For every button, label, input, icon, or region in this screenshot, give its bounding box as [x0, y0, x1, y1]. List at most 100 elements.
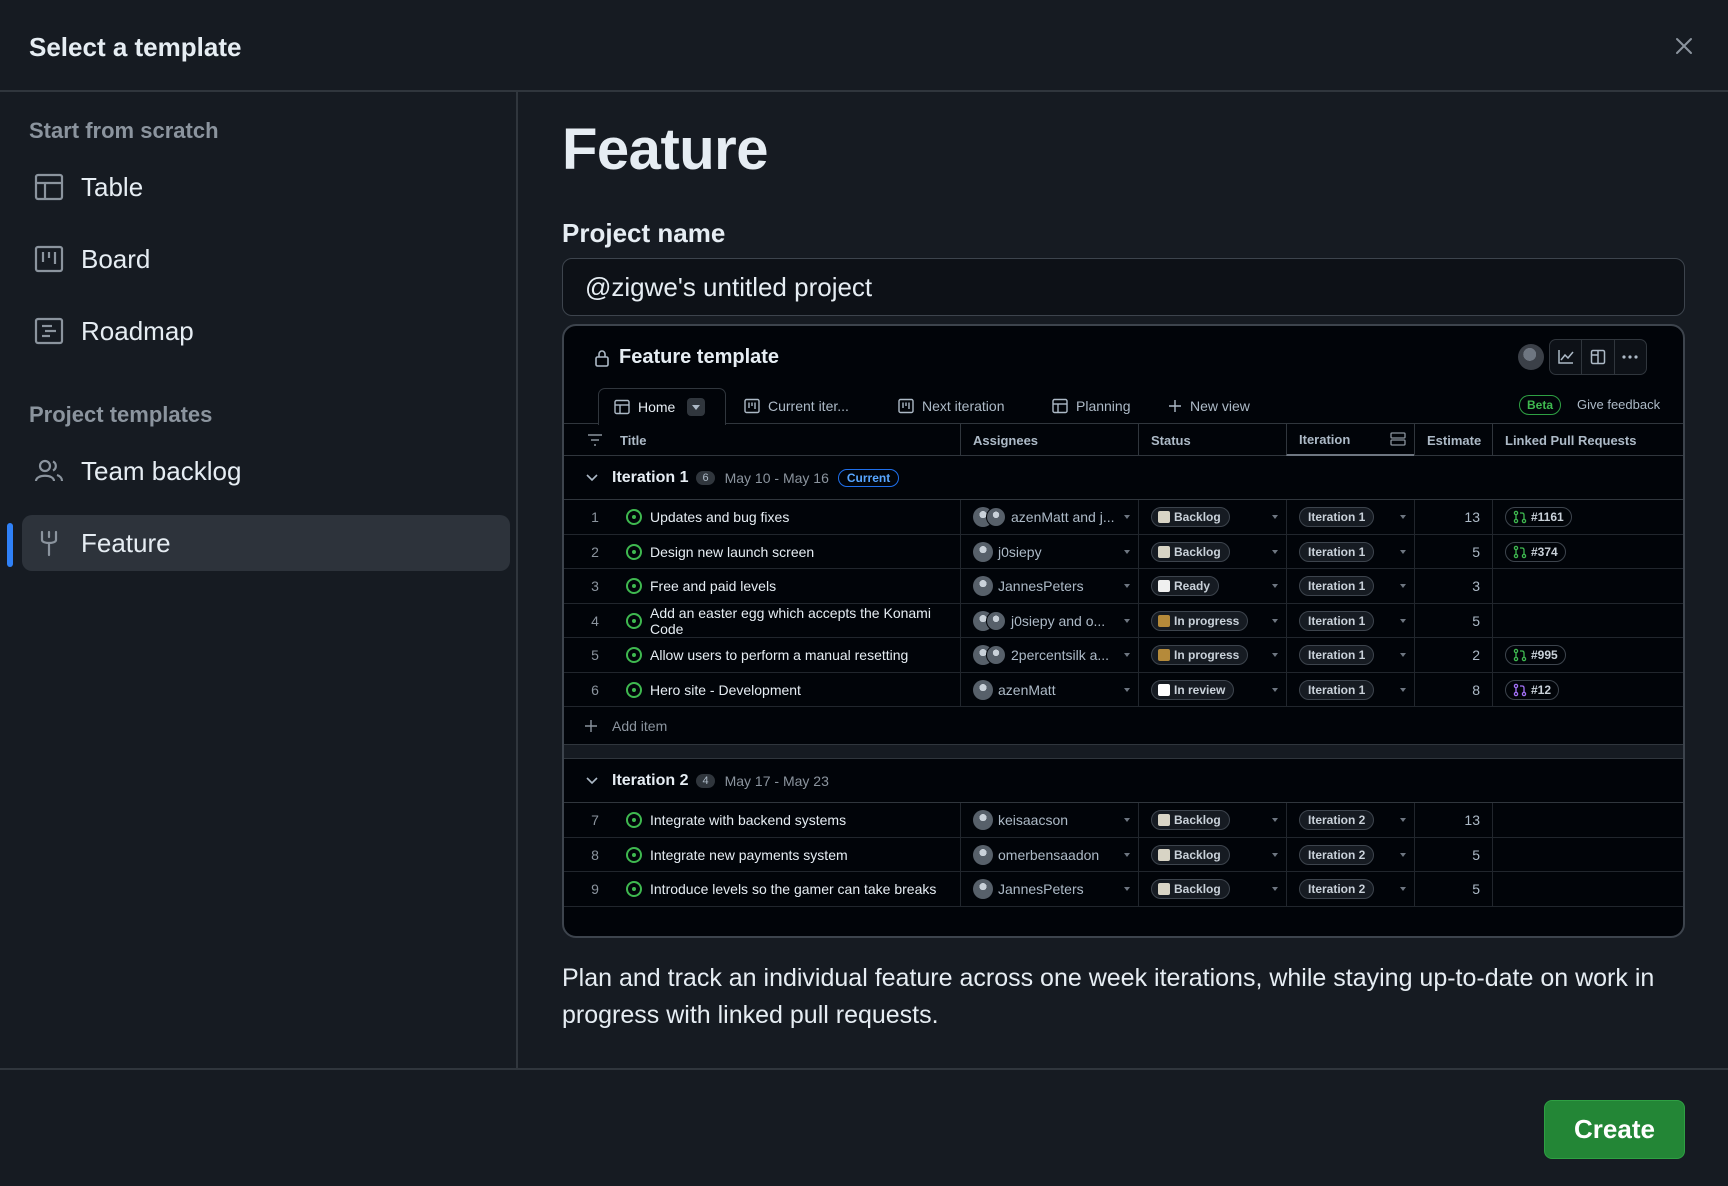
row-number: 7	[591, 812, 599, 828]
status-label: Ready	[1174, 579, 1211, 593]
avatar	[973, 679, 993, 700]
tab-label: Home	[638, 399, 676, 415]
chevron-down-icon	[1400, 653, 1406, 657]
issue-title: Introduce levels so the gamer can take b…	[650, 881, 937, 897]
status-label: Backlog	[1174, 882, 1221, 896]
assignee-name: 2percentsilk a...	[1011, 647, 1110, 663]
chevron-down-icon	[1272, 818, 1278, 822]
pull-request-number: #374	[1531, 544, 1558, 559]
column-header: Title	[620, 432, 647, 448]
sidebar-item-feature[interactable]: Feature	[22, 515, 510, 571]
pull-request-icon	[1513, 648, 1531, 662]
chevron-down-icon	[1124, 653, 1130, 657]
status-badge: In progress	[1151, 645, 1249, 665]
chevron-down-icon	[1124, 618, 1130, 623]
status-cell: Backlog	[1138, 803, 1286, 837]
pull-request-number: #995	[1531, 648, 1558, 662]
assignee-cell: j0siepy	[960, 534, 1138, 569]
row-number: 2	[591, 543, 599, 560]
assignee-cell: omerbensaadon	[960, 837, 1138, 872]
iteration-badge: Iteration 1	[1299, 541, 1375, 562]
pull-request-badge: #995	[1505, 645, 1566, 665]
avatar	[986, 645, 1006, 665]
templates-heading: Project templates	[29, 402, 213, 427]
linked-pr-cell	[1492, 872, 1683, 906]
create-button[interactable]: Create	[1544, 1100, 1685, 1159]
open-issue-icon	[626, 647, 642, 663]
pull-request-badge: #374	[1505, 541, 1566, 562]
estimate-value: 2	[1414, 638, 1492, 672]
estimate-value: 5	[1414, 837, 1492, 872]
status-cell: Backlog	[1138, 534, 1286, 569]
avatar	[986, 507, 1006, 527]
plus-icon	[1168, 399, 1182, 413]
chevron-down-icon	[1400, 687, 1406, 692]
assignee-cell: azenMatt	[960, 672, 1138, 707]
beta-badge: Beta	[1519, 395, 1562, 415]
assignee-cell: JannesPeters	[960, 569, 1138, 603]
add-item-label: Add item	[612, 717, 668, 734]
add-item-row: Add item	[564, 707, 1683, 745]
iteration-cell: Iteration 2	[1286, 837, 1414, 872]
assignee-name: omerbensaadon	[998, 846, 1100, 863]
iteration-label: Iteration 1	[1308, 613, 1366, 628]
pull-request-number: #1161	[1531, 510, 1564, 524]
status-emoji-icon	[1158, 580, 1170, 592]
iteration-cell: Iteration 1	[1286, 500, 1414, 534]
item-count: 6	[696, 470, 715, 485]
status-badge: Backlog	[1151, 844, 1230, 865]
status-cell: Backlog	[1138, 837, 1286, 872]
sidebar-item-label: Feature	[81, 527, 171, 558]
panel-icon	[1582, 340, 1615, 374]
chevron-down-icon	[1400, 887, 1406, 891]
sidebar-item-roadmap[interactable]: Roadmap	[22, 303, 510, 359]
assignee-name: azenMatt	[998, 681, 1056, 698]
iteration-badge: Iteration 2	[1299, 810, 1375, 830]
linked-pr-cell	[1492, 569, 1683, 603]
sidebar-item-board[interactable]: Board	[22, 231, 510, 287]
close-icon	[1676, 38, 1692, 54]
close-button[interactable]	[1668, 30, 1700, 62]
issue-title-cell: Design new launch screen	[626, 535, 960, 569]
tab-label: New view	[1190, 398, 1250, 414]
status-emoji-icon	[1158, 511, 1170, 523]
sidebar-item-label: Roadmap	[81, 315, 194, 346]
avatar	[973, 541, 993, 562]
current-badge: Current	[837, 468, 900, 487]
board-icon	[898, 398, 914, 414]
pull-request-badge: #1161	[1505, 507, 1572, 527]
row-number: 1	[591, 509, 599, 525]
preview-view-tabs: Home Current iter... Next iteration Plan…	[564, 388, 1683, 425]
template-detail: Feature Project name Feature template Ho…	[520, 92, 1728, 1068]
table-row: 1 Updates and bug fixes azenMatt and j... B…	[564, 500, 1683, 535]
status-cell: In progress	[1138, 603, 1286, 638]
iteration-cell: Iteration 1	[1286, 672, 1414, 707]
status-cell: In progress	[1138, 638, 1286, 672]
issue-title-cell: Free and paid levels	[626, 569, 960, 603]
iteration-group-header: Iteration 2 4 May 17 - May 23	[564, 759, 1683, 803]
issue-title: Integrate with backend systems	[650, 812, 847, 828]
status-badge: Backlog	[1151, 541, 1230, 562]
chevron-down-icon	[586, 473, 598, 482]
item-count: 4	[696, 773, 715, 788]
status-badge: In progress	[1151, 610, 1249, 631]
chevron-down-icon	[1400, 515, 1406, 519]
sidebar-item-team-backlog[interactable]: Team backlog	[22, 443, 510, 499]
project-name-input[interactable]	[562, 258, 1685, 316]
sidebar-item-label: Table	[81, 171, 144, 202]
table-row: 3 Free and paid levels JannesPeters Ready It…	[564, 569, 1683, 604]
issue-title-cell: Allow users to perform a manual resettin…	[626, 638, 960, 672]
iteration-badge: Iteration 2	[1299, 879, 1375, 899]
sidebar-item-table[interactable]: Table	[22, 159, 510, 215]
linked-pr-cell: #374	[1492, 534, 1683, 569]
avatar	[1518, 344, 1544, 370]
iteration-badge: Iteration 1	[1299, 610, 1375, 631]
open-issue-icon	[626, 543, 642, 560]
issue-title-cell: Add an easter egg which accepts the Kona…	[626, 604, 960, 638]
template-description: Plan and track an individual feature acr…	[562, 964, 1655, 1029]
iteration-label: Iteration 2	[1308, 847, 1366, 862]
template-sidebar: Start from scratch Table Board Roadmap P…	[0, 92, 518, 1068]
column-header: Assignees	[960, 424, 1138, 456]
issue-title-cell: Integrate new payments system	[626, 838, 960, 872]
avatar	[973, 844, 993, 865]
